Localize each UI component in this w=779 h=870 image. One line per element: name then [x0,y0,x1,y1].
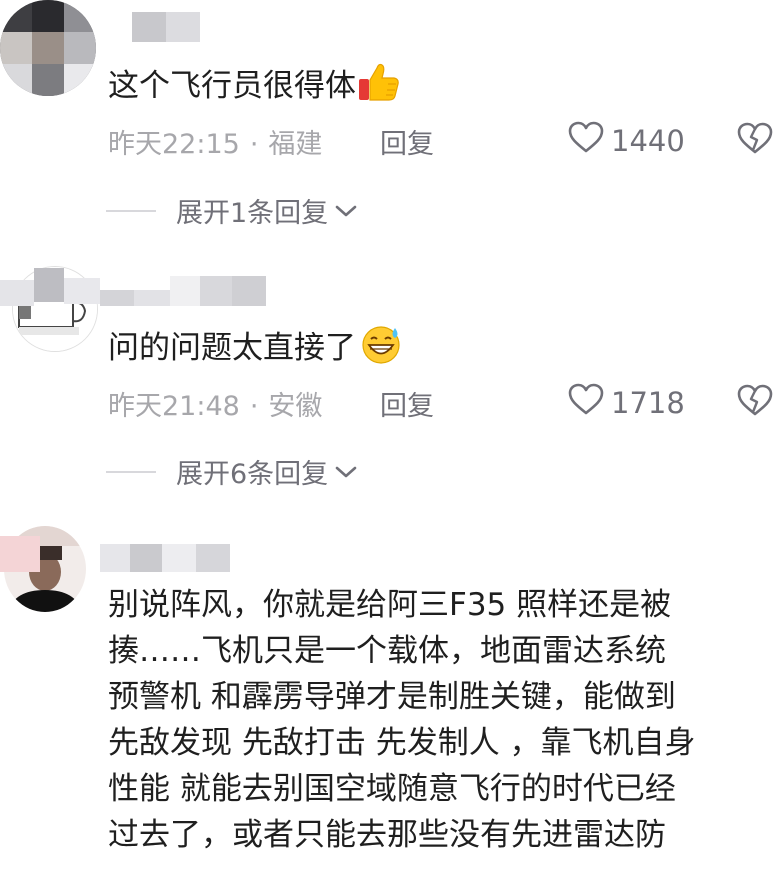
comment-line: 别说阵风，你就是给阿三F35 照样还是被 [108,587,672,623]
comment-text: 别说阵风，你就是给阿三F35 照样还是被 揍……飞机只是一个载体，地面雷达系统 … [108,582,768,858]
username-redacted [0,530,232,576]
comment-line: 先敌发现 先敌打击 先发制人 ，靠飞机自身 [108,725,696,761]
comment-line: 过去了，或者只能去那些没有先进雷达防 [108,817,666,853]
comment-3: 别说阵风，你就是给阿三F35 照样还是被 揍……飞机只是一个载体，地面雷达系统 … [0,0,779,870]
comment-line: 预警机 和霹雳导弹才是制胜关键，能做到 [108,679,676,715]
comment-line: 揍……飞机只是一个载体，地面雷达系统 [108,633,666,669]
comment-line: 性能 就能去别国空域随意飞行的时代已经 [108,771,676,807]
